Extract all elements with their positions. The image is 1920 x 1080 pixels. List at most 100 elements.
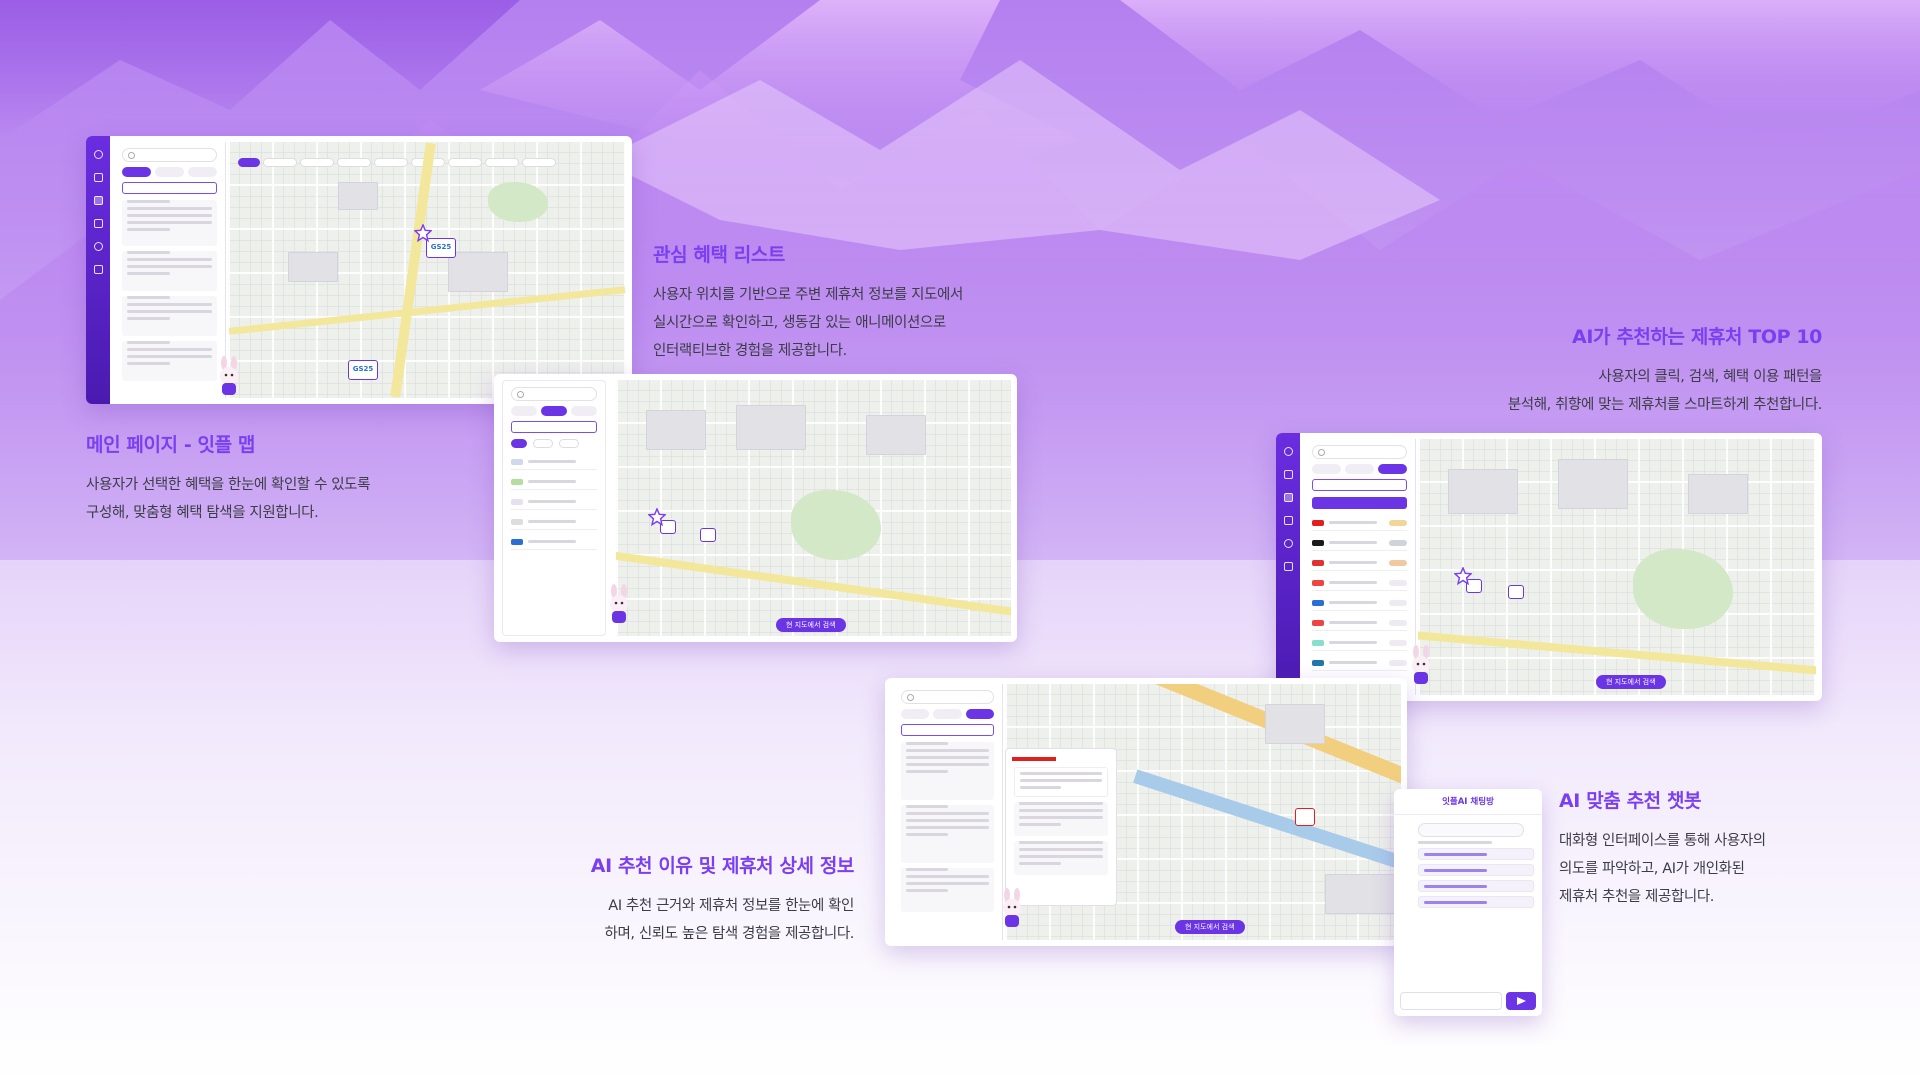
- top10-header: [1312, 497, 1407, 509]
- research-map-button[interactable]: 현 지도에서 검색: [1596, 675, 1666, 689]
- list-item[interactable]: [511, 454, 597, 470]
- ai-icon: [93, 265, 103, 274]
- map-view[interactable]: 현 지도에서 검색: [616, 380, 1011, 636]
- feature-main-page: 메인 페이지 - 잇플 맵 사용자가 선택한 혜택을 한눈에 확인할 수 있도록…: [86, 430, 370, 527]
- map-marker[interactable]: [700, 528, 716, 542]
- research-map-button[interactable]: 현 지도에서 검색: [1175, 920, 1245, 934]
- star-icon: [1454, 567, 1472, 585]
- rabbit-mascot-icon: [610, 584, 628, 623]
- tab-nearby[interactable]: [1312, 464, 1341, 474]
- recommend-button[interactable]: [901, 724, 994, 736]
- suggestion-chip[interactable]: [1418, 848, 1534, 860]
- list-item[interactable]: [122, 200, 217, 246]
- list-item[interactable]: [1312, 575, 1407, 591]
- list-item[interactable]: [511, 514, 597, 530]
- ai-top10-panel: [1304, 439, 1416, 695]
- feature-title: 메인 페이지 - 잇플 맵: [86, 434, 255, 456]
- nav-icon: [93, 173, 103, 182]
- user-icon: [93, 242, 103, 251]
- list-item[interactable]: [511, 534, 597, 550]
- tab-nearby[interactable]: [122, 167, 151, 177]
- tab-ai[interactable]: [965, 709, 994, 719]
- feature-desc: 사용자의 클릭, 검색, 혜택 이용 패턴을 분석해, 취향에 맞는 제휴처를 스…: [1507, 369, 1823, 413]
- logo-icon: [1283, 447, 1293, 456]
- map-icon: [93, 196, 103, 205]
- ai-icon: [1283, 562, 1293, 571]
- map-view[interactable]: GS25 GS25: [228, 142, 626, 398]
- feature-title: AI 맞춤 추천 챗봇: [1559, 790, 1702, 812]
- feature-ai-chatbot: AI 맞춤 추천 챗봇 대화형 인터페이스를 통해 사용자의 의도를 파악하고, …: [1559, 786, 1766, 911]
- feature-interest-list: 관심 혜택 리스트 사용자 위치를 기반으로 주변 제휴처 정보를 지도에서 실시…: [653, 240, 963, 365]
- chat-title: 잇플AI 채팅방: [1394, 789, 1542, 815]
- interest-list-screenshot: 현 지도에서 검색: [494, 374, 1017, 642]
- feature-title: 관심 혜택 리스트: [653, 244, 785, 266]
- tab-ai[interactable]: [571, 406, 597, 416]
- recommend-button[interactable]: [511, 421, 597, 433]
- store-label: GS25: [352, 365, 374, 373]
- tab-nearby[interactable]: [901, 709, 930, 719]
- nav-icon: [1283, 470, 1293, 479]
- search-input[interactable]: [122, 148, 217, 162]
- tab-interest[interactable]: [1345, 464, 1374, 474]
- user-icon: [1283, 539, 1293, 548]
- map-view[interactable]: 현 지도에서 검색: [1418, 439, 1816, 695]
- suggestion-chip[interactable]: [1418, 880, 1534, 892]
- feature-desc: 사용자 위치를 기반으로 주변 제휴처 정보를 지도에서 실시간으로 확인하고, …: [653, 287, 963, 359]
- list-item[interactable]: [901, 805, 994, 863]
- feature-desc: AI 추천 근거와 제휴처 정보를 한눈에 확인 하며, 신뢰도 높은 탐색 경험…: [604, 898, 855, 942]
- list-item[interactable]: [511, 474, 597, 490]
- store-detail-panel: [1005, 748, 1117, 906]
- suggestion-chip[interactable]: [1418, 896, 1534, 908]
- rabbit-mascot-icon: [1003, 888, 1021, 927]
- feature-ai-top10: AI가 추천하는 제휴처 TOP 10 사용자의 클릭, 검색, 혜택 이용 패…: [1507, 322, 1823, 419]
- main-page-screenshot: GS25 GS25: [86, 136, 632, 404]
- feature-desc: 대화형 인터페이스를 통해 사용자의 의도를 파악하고, AI가 개인화된 제휴처 …: [1559, 833, 1766, 905]
- store-list-panel: [893, 684, 1003, 940]
- map-marker[interactable]: [1295, 808, 1315, 826]
- tab-ai[interactable]: [188, 167, 217, 177]
- map-marker[interactable]: [1508, 585, 1524, 599]
- tab-interest[interactable]: [933, 709, 962, 719]
- feature-desc: 사용자가 선택한 혜택을 한눈에 확인할 수 있도록 구성해, 맞춤형 혜택 탐색…: [86, 477, 371, 521]
- recommend-button[interactable]: [1312, 479, 1407, 491]
- map-icon: [1283, 493, 1293, 502]
- send-icon[interactable]: [1506, 992, 1536, 1010]
- tab-ai[interactable]: [1378, 464, 1407, 474]
- feature-ai-reason: AI 추천 이유 및 제휴처 상세 정보 AI 추천 근거와 제휴처 정보를 한…: [591, 851, 855, 948]
- list-item[interactable]: [511, 494, 597, 510]
- list-item[interactable]: [122, 251, 217, 291]
- logo-icon: [93, 150, 103, 159]
- sidebar-rail: [1276, 433, 1300, 701]
- list-item[interactable]: [901, 868, 994, 912]
- map-marker[interactable]: GS25: [348, 360, 378, 380]
- chatbot-window: 잇플AI 채팅방: [1394, 789, 1542, 1016]
- sidebar-rail: [86, 136, 110, 404]
- list-item[interactable]: [901, 742, 994, 800]
- list-item[interactable]: [1312, 515, 1407, 531]
- list-item[interactable]: [1312, 615, 1407, 631]
- list-icon: [1283, 516, 1293, 525]
- list-icon: [93, 219, 103, 228]
- search-input[interactable]: [1312, 445, 1407, 459]
- rabbit-mascot-icon: [220, 356, 238, 395]
- bot-message: [1418, 823, 1524, 837]
- tab-interest[interactable]: [541, 406, 567, 416]
- list-item[interactable]: [1312, 655, 1407, 671]
- list-item[interactable]: [1312, 555, 1407, 571]
- tab-interest[interactable]: [155, 167, 184, 177]
- list-item[interactable]: [1312, 595, 1407, 611]
- star-icon: [648, 508, 666, 526]
- list-item[interactable]: [122, 296, 217, 336]
- recommend-button[interactable]: [122, 182, 217, 194]
- chat-input[interactable]: [1400, 992, 1502, 1010]
- list-item[interactable]: [1312, 635, 1407, 651]
- suggestion-chip[interactable]: [1418, 864, 1534, 876]
- list-item[interactable]: [1312, 535, 1407, 551]
- tab-nearby[interactable]: [511, 406, 537, 416]
- benefit-panel: [114, 142, 226, 398]
- search-input[interactable]: [901, 690, 994, 704]
- research-map-button[interactable]: 현 지도에서 검색: [776, 618, 846, 632]
- feature-title: AI가 추천하는 제휴처 TOP 10: [1572, 326, 1822, 348]
- list-item[interactable]: [122, 341, 217, 381]
- search-input[interactable]: [511, 387, 597, 401]
